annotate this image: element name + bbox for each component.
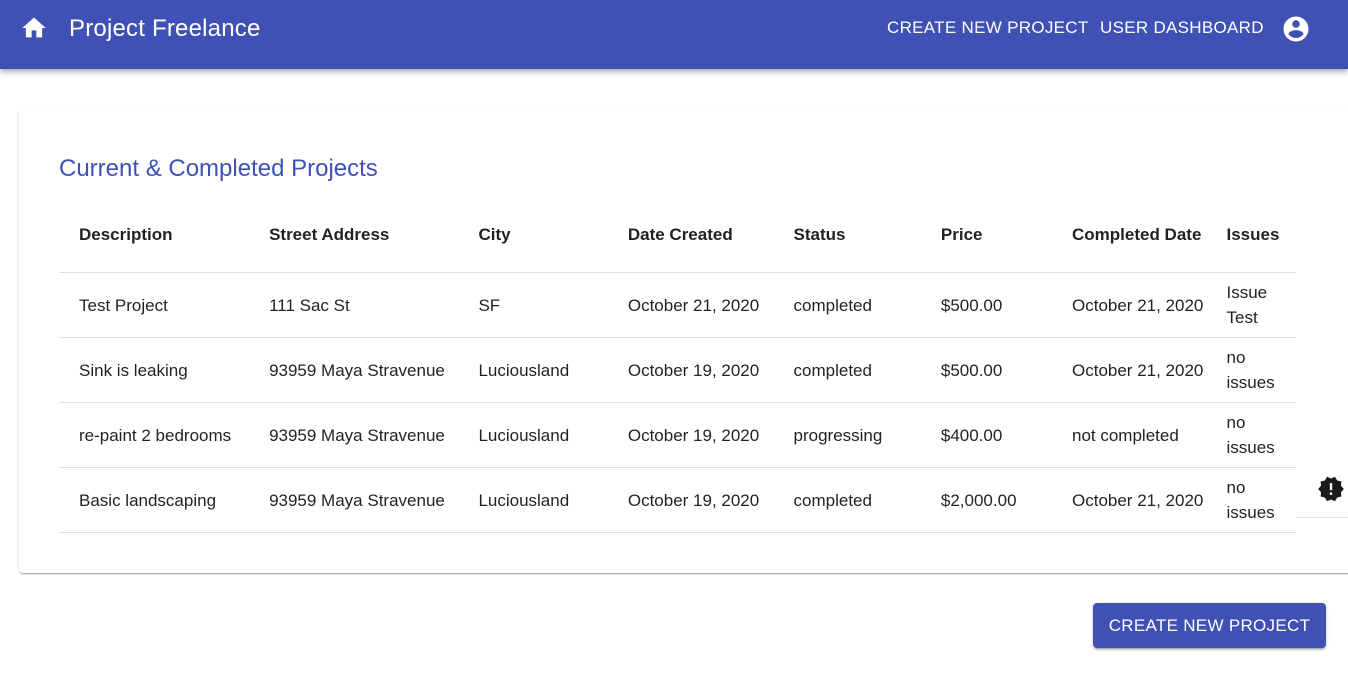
cell-completed-date: October 21, 2020 [1052,467,1207,533]
cell-date-created: October 19, 2020 [607,337,774,403]
cell-description: Sink is leaking [59,337,250,403]
cell-issues: no issues [1206,337,1296,403]
cell-status: completed [773,467,921,533]
nav-user-dashboard-button[interactable]: USER DASHBOARD [1100,16,1264,40]
column-header-price: Price [920,198,1052,273]
cell-date-created: October 19, 2020 [607,402,774,468]
cell-issues: no issues [1206,467,1296,533]
projects-card-title: Current & Completed Projects [59,155,378,182]
cell-description: re-paint 2 bedrooms [59,402,250,468]
cell-description: Test Project [59,272,250,338]
cell-city: Luciousland [458,337,608,403]
column-header-description: Description [59,198,250,273]
cell-date-created: October 19, 2020 [607,467,774,533]
nav-create-project-button[interactable]: CREATE NEW PROJECT [887,16,1089,40]
cell-issues: Issue Test [1206,272,1296,338]
table-row-divider [1296,517,1348,518]
cell-street-address: 111 Sac St [249,272,459,338]
projects-card: Current & Completed Projects Description… [19,108,1348,573]
home-icon [22,17,46,38]
cell-status: completed [773,272,921,338]
cell-city: Luciousland [458,402,608,468]
table-row: Test Project 111 Sac St SF October 21, 2… [59,272,1296,338]
app-title: Project Freelance [69,15,261,42]
cell-completed-date: October 21, 2020 [1052,337,1207,403]
cell-completed-date: October 21, 2020 [1052,272,1207,338]
create-new-project-button[interactable]: CREATE NEW PROJECT [1093,603,1326,648]
column-header-date-created: Date Created [607,198,774,273]
cell-city: Luciousland [458,467,608,533]
cell-date-created: October 21, 2020 [607,272,774,338]
cell-street-address: 93959 Maya Stravenue [249,337,459,403]
cell-city: SF [458,272,608,338]
alert-badge-icon [1318,476,1344,502]
projects-table: Description Street Address City Date Cre… [59,198,1296,533]
table-header-row: Description Street Address City Date Cre… [59,198,1296,273]
cell-price: $2,000.00 [920,467,1052,533]
cell-completed-date: not completed [1052,402,1207,468]
alert-badge-button[interactable] [1317,475,1345,503]
account-circle-icon [1283,16,1309,42]
cell-price: $400.00 [920,402,1052,468]
cell-status: completed [773,337,921,403]
column-header-city: City [458,198,608,273]
column-header-issues: Issues [1206,198,1296,273]
column-header-status: Status [773,198,921,273]
cell-street-address: 93959 Maya Stravenue [249,402,459,468]
column-header-completed-date: Completed Date [1052,198,1207,273]
app-bar: Project Freelance CREATE NEW PROJECT USE… [0,0,1348,69]
account-button[interactable] [1280,13,1312,45]
home-button[interactable] [18,12,50,44]
table-row: Sink is leaking 93959 Maya Stravenue Luc… [59,337,1296,403]
cell-price: $500.00 [920,337,1052,403]
cell-status: progressing [773,402,921,468]
table-row: Basic landscaping 93959 Maya Stravenue L… [59,467,1296,533]
column-header-street-address: Street Address [249,198,459,273]
table-row: re-paint 2 bedrooms 93959 Maya Stravenue… [59,402,1296,468]
cell-street-address: 93959 Maya Stravenue [249,467,459,533]
cell-price: $500.00 [920,272,1052,338]
cell-description: Basic landscaping [59,467,250,533]
cell-issues: no issues [1206,402,1296,468]
